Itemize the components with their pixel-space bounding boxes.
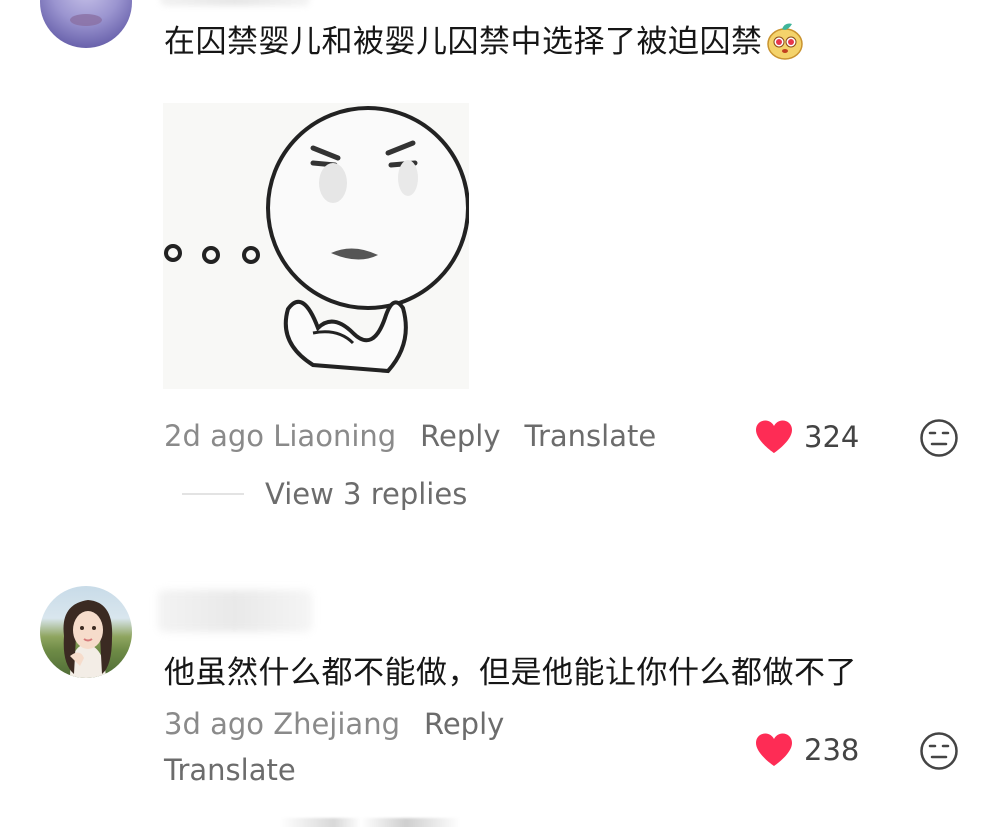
comment-time: 2d ago <box>164 419 264 453</box>
like-button[interactable]: 238 <box>754 732 859 768</box>
comment-time: 3d ago <box>164 707 264 741</box>
expressionless-face-icon[interactable] <box>919 731 959 771</box>
comment-text: 在囚禁婴儿和被婴儿囚禁中选择了被迫囚禁 <box>164 22 805 64</box>
comment-location: Zhejiang <box>273 707 400 741</box>
avatar[interactable] <box>40 586 132 678</box>
heart-icon <box>756 420 792 453</box>
comment-meta: 3d ago Zhejiang Reply <box>164 706 504 742</box>
comment-meta: 2d ago Liaoning Reply Translate <box>164 418 656 454</box>
comment-text: 他虽然什么都不能做，但是他能让你什么都做不了 <box>164 655 857 691</box>
like-count: 238 <box>804 733 860 767</box>
meme-image[interactable] <box>163 103 469 389</box>
username-blurred <box>160 0 310 6</box>
reply-button[interactable]: Reply <box>424 707 504 741</box>
mango-face-emoji-icon <box>766 23 803 60</box>
meme-sticker-drawing <box>163 103 469 389</box>
view-replies-button[interactable]: View 3 replies <box>265 476 467 512</box>
translate-button[interactable]: Translate <box>525 419 657 453</box>
expressionless-face-icon[interactable] <box>919 418 959 458</box>
heart-icon <box>756 733 792 766</box>
like-count: 324 <box>804 420 860 454</box>
reply-button[interactable]: Reply <box>420 419 500 453</box>
avatar-detail <box>70 14 102 26</box>
username-blurred <box>158 590 312 632</box>
next-comment-peek <box>280 818 460 827</box>
avatar[interactable] <box>40 0 132 48</box>
avatar-portrait <box>63 600 113 678</box>
comment-location: Liaoning <box>273 419 397 453</box>
comment-feed: 在囚禁婴儿和被婴儿囚禁中选择了被迫囚禁 2d ago Liaoning Repl… <box>0 0 1000 827</box>
translate-button[interactable]: Translate <box>164 752 296 788</box>
like-button[interactable]: 324 <box>754 419 859 455</box>
replies-divider <box>182 493 244 495</box>
